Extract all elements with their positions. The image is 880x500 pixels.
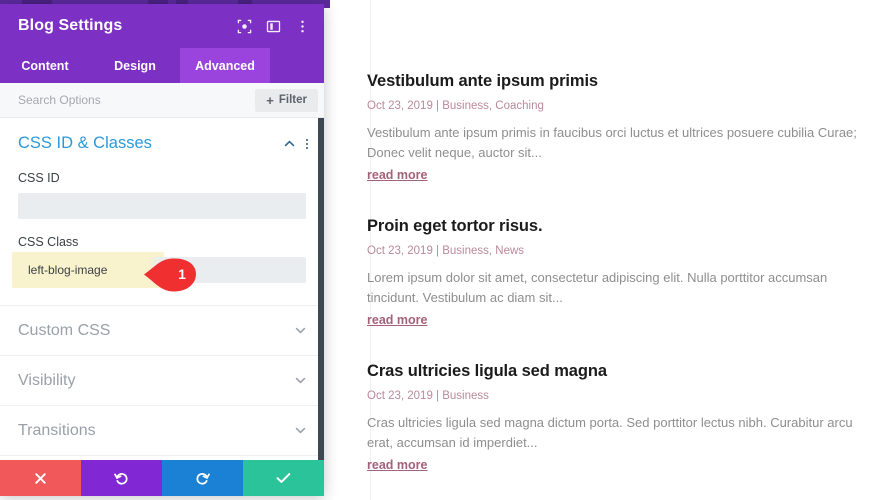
- css-id-field-wrap: [18, 193, 306, 219]
- undo-button[interactable]: [81, 460, 162, 496]
- redo-icon: [196, 472, 210, 485]
- post-meta: Oct 23, 2019 | Business, Coaching: [367, 100, 544, 112]
- section-header-css-id-classes[interactable]: CSS ID & Classes: [0, 118, 324, 165]
- search-input[interactable]: [18, 93, 256, 107]
- css-id-input[interactable]: [18, 193, 306, 219]
- check-icon: [276, 473, 291, 483]
- section-label: Visibility: [18, 371, 76, 389]
- css-class-field-wrap: 1: [12, 252, 306, 292]
- chevron-down-icon[interactable]: [295, 327, 306, 334]
- tab-advanced[interactable]: Advanced: [180, 48, 270, 83]
- panel-header-icons: [237, 19, 310, 34]
- post-title[interactable]: Vestibulum ante ipsum primis: [367, 72, 859, 91]
- section-row-transitions[interactable]: Transitions: [0, 405, 324, 455]
- chevron-down-icon[interactable]: [295, 427, 306, 434]
- tab-content[interactable]: Content: [0, 48, 90, 83]
- blog-post: Proin eget tortor risus. Oct 23, 2019 | …: [367, 217, 859, 329]
- cancel-button[interactable]: [0, 460, 81, 496]
- section-row-visibility[interactable]: Visibility: [0, 355, 324, 405]
- callout-marker-1: 1: [142, 255, 204, 295]
- field-group-css-id: CSS ID: [0, 171, 324, 219]
- callout-number: 1: [178, 266, 186, 282]
- plus-icon: +: [266, 92, 274, 108]
- post-meta: Oct 23, 2019 | Business: [367, 390, 489, 402]
- section-label: Transitions: [18, 421, 96, 439]
- read-more-link[interactable]: read more: [367, 313, 427, 327]
- section-title: CSS ID & Classes: [18, 134, 152, 152]
- section-more-options-icon[interactable]: [306, 138, 308, 149]
- chevron-down-icon[interactable]: [295, 377, 306, 384]
- redo-button[interactable]: [162, 460, 243, 496]
- panel-tabs: Content Design Advanced: [0, 48, 324, 83]
- focus-icon[interactable]: [237, 19, 252, 34]
- blog-preview-area: Vestibulum ante ipsum primis Oct 23, 201…: [324, 0, 880, 500]
- css-id-label: CSS ID: [18, 171, 60, 185]
- search-bar: + Filter: [0, 83, 324, 118]
- read-more-link[interactable]: read more: [367, 168, 427, 182]
- panel-header: Blog Settings: [0, 4, 324, 48]
- css-class-label: CSS Class: [18, 235, 79, 249]
- chevron-up-icon[interactable]: [284, 140, 295, 147]
- post-title[interactable]: Cras ultricies ligula sed magna: [367, 362, 859, 381]
- blog-settings-panel: Blog Settings Content Design Advanced Se…: [0, 4, 324, 496]
- panel-body: CSS ID & Classes CSS ID CSS Class left-b…: [0, 118, 324, 460]
- panel-scrollbar-thumb[interactable]: [318, 118, 324, 460]
- panel-scrollbar-track[interactable]: [318, 118, 324, 460]
- field-group-css-class: CSS Class 1: [0, 235, 324, 292]
- undo-icon: [114, 472, 128, 485]
- page-title: Blog Settings: [18, 17, 123, 34]
- read-more-link[interactable]: read more: [367, 458, 427, 472]
- more-options-icon[interactable]: [295, 19, 310, 34]
- post-excerpt: Cras ultricies ligula sed magna dictum p…: [367, 415, 853, 450]
- section-row-custom-css[interactable]: Custom CSS: [0, 305, 324, 355]
- close-icon: [35, 472, 46, 484]
- layout-icon[interactable]: [266, 19, 281, 34]
- blog-post: Vestibulum ante ipsum primis Oct 23, 201…: [367, 72, 859, 184]
- save-button[interactable]: [243, 460, 324, 496]
- filter-button[interactable]: + Filter: [255, 88, 318, 112]
- filter-button-label: Filter: [278, 94, 307, 106]
- tab-design[interactable]: Design: [90, 48, 180, 83]
- blog-post-list: Vestibulum ante ipsum primis Oct 23, 201…: [367, 72, 859, 500]
- blog-post: Cras ultricies ligula sed magna Oct 23, …: [367, 362, 859, 474]
- panel-footer: [0, 460, 324, 496]
- post-meta: Oct 23, 2019 | Business, News: [367, 245, 525, 257]
- post-title[interactable]: Proin eget tortor risus.: [367, 217, 859, 236]
- section-controls: [284, 138, 308, 149]
- section-row-divider: [0, 455, 324, 460]
- post-excerpt: Lorem ipsum dolor sit amet, consectetur …: [367, 270, 828, 305]
- section-label: Custom CSS: [18, 321, 111, 339]
- post-excerpt: Vestibulum ante ipsum primis in faucibus…: [367, 125, 857, 160]
